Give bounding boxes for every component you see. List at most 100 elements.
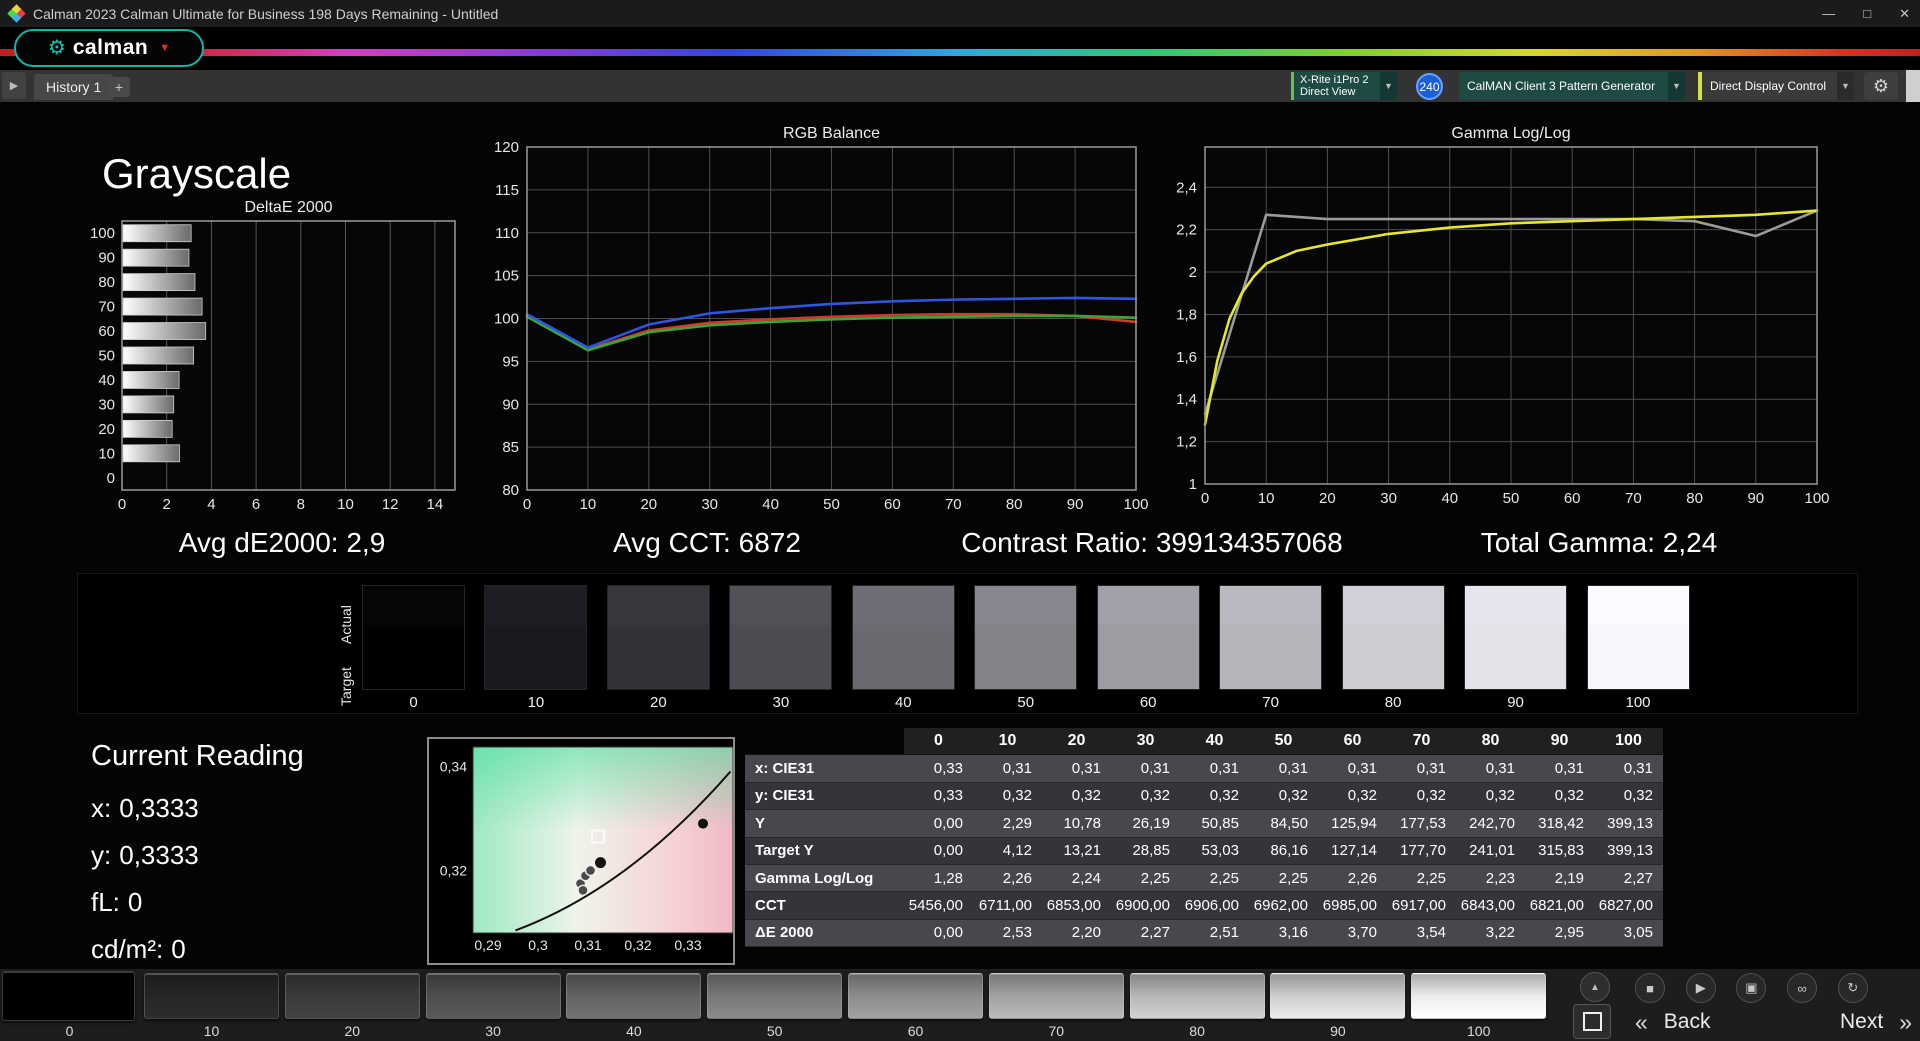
- play-button[interactable]: ▶: [1685, 973, 1716, 1003]
- refresh-button[interactable]: ↻: [1837, 973, 1868, 1003]
- svg-text:10: 10: [580, 496, 597, 513]
- table-cell: 0,33: [904, 755, 973, 783]
- meter-caret-icon[interactable]: ▼: [1380, 72, 1397, 100]
- bottom-bar: 0 10 20 30 40 50 60 70 80 90 100 ▲ « Back Next » ■…: [0, 967, 1920, 1041]
- level-pattern-button-60[interactable]: [848, 973, 983, 1019]
- back-chevron-icon: «: [1635, 1008, 1648, 1035]
- table-cell: 6917,00: [1387, 892, 1456, 920]
- pattern-window-button[interactable]: [1573, 1004, 1611, 1039]
- swatch-40: [851, 585, 955, 690]
- table-cell: 399,13: [1594, 837, 1663, 865]
- level-pattern-button-70[interactable]: [988, 973, 1124, 1019]
- table-cell: 0,00: [904, 919, 973, 948]
- table-row-label: Target Y: [745, 837, 904, 865]
- table-cell: 0,32: [1111, 782, 1180, 811]
- pattern-generator-dropdown[interactable]: CalMAN Client 3 Pattern Generator ▼: [1459, 72, 1685, 100]
- next-button[interactable]: Next »: [1800, 1005, 1912, 1039]
- table-cell: 3,70: [1318, 919, 1387, 948]
- level-pattern-button-30[interactable]: [425, 973, 561, 1019]
- table-cell: 2,29: [973, 810, 1042, 838]
- table-cell: 0,32: [1594, 782, 1663, 811]
- add-tab-button[interactable]: +: [108, 77, 130, 97]
- meter-dropdown[interactable]: X-Rite i1Pro 2 Direct View ▼: [1291, 72, 1397, 100]
- svg-text:Gamma Log/Log: Gamma Log/Log: [1451, 125, 1570, 142]
- svg-text:40: 40: [1441, 490, 1458, 507]
- display-control-caret-icon[interactable]: ▼: [1837, 72, 1854, 100]
- table-cell: 0,31: [1249, 755, 1318, 783]
- minimize-button[interactable]: —: [1822, 6, 1835, 21]
- back-button[interactable]: « Back: [1635, 1005, 1765, 1039]
- level-pattern-button-90[interactable]: [1270, 973, 1406, 1019]
- level-pattern-button-80[interactable]: [1129, 973, 1265, 1019]
- level-pattern-button-10[interactable]: [144, 973, 279, 1019]
- table-header-0: 0: [904, 728, 973, 756]
- table-header-40: 40: [1180, 728, 1249, 756]
- calman-logo-button[interactable]: ⚙ calman ▼: [14, 29, 204, 67]
- rgb-balance-chart: 0 10 20 30 40 50 60 70 80 90 100 80 85 90 95 100 105 110 1…: [470, 122, 1170, 522]
- reading-cdm2-value: 0: [171, 934, 186, 964]
- reading-fl: fL: 0: [91, 887, 304, 918]
- tab-history-1[interactable]: History 1: [34, 74, 114, 100]
- level-pattern-button-50[interactable]: [707, 973, 843, 1019]
- swatch-100: [1586, 585, 1690, 690]
- level-pattern-button-40[interactable]: [566, 973, 702, 1019]
- level-label-30: 30: [485, 1023, 501, 1039]
- table-cell: 0,31: [1456, 755, 1525, 783]
- settings-gear-button[interactable]: ⚙: [1864, 72, 1898, 100]
- level-pattern-button-20[interactable]: [284, 973, 420, 1019]
- table-cell: 0,31: [1594, 755, 1663, 783]
- reading-x-value: 0,3333: [119, 793, 199, 823]
- table-cell: 0,32: [1180, 782, 1249, 811]
- collapse-button[interactable]: ▲: [1580, 972, 1610, 1002]
- table-cell: 2,24: [1042, 864, 1111, 893]
- swatch-label-20: 20: [650, 694, 667, 711]
- svg-text:0,32: 0,32: [624, 937, 651, 953]
- swatch-label-40: 40: [894, 694, 912, 711]
- table-cell: 3,05: [1594, 919, 1663, 948]
- link-button[interactable]: ∞: [1787, 973, 1818, 1003]
- svg-text:80: 80: [98, 274, 115, 291]
- level-label-70: 70: [1048, 1023, 1065, 1039]
- table-header-70: 70: [1387, 728, 1456, 756]
- level-pattern-button-0[interactable]: [2, 971, 135, 1021]
- level-pattern-button-100[interactable]: [1411, 973, 1547, 1019]
- svg-text:115: 115: [495, 182, 519, 199]
- gamma-chart-svg: 0 10 20 30 40 50 60 70 80 90 100 1 1,2 1,4 1,6 1,8 2 2,2 2…: [1176, 125, 1829, 507]
- rgb-chart-svg: 0 10 20 30 40 50 60 70 80 90 100 80 85 90 95 100 105 110 1…: [494, 125, 1149, 513]
- calman-app-window: Calman 2023 Calman Ultimate for Business…: [0, 0, 1920, 1041]
- close-button[interactable]: ✕: [1899, 6, 1910, 22]
- display-control-dropdown[interactable]: Direct Display Control ▼: [1698, 72, 1854, 100]
- swatch-40-actual: [852, 586, 954, 626]
- swatch-0: [362, 585, 465, 690]
- swatch-70: [1219, 585, 1323, 690]
- table-cell: 2,27: [1111, 919, 1180, 948]
- swatch-row-label-actual: Actual: [338, 605, 354, 644]
- table-row-label: CCT: [745, 892, 904, 920]
- reading-fl-value: 0: [127, 887, 143, 917]
- swatch-90: [1464, 585, 1568, 690]
- level-label-40: 40: [626, 1023, 642, 1039]
- table-cell: 0,31: [1111, 755, 1180, 783]
- table-cell: 2,25: [1111, 864, 1180, 893]
- svg-text:2: 2: [1189, 264, 1197, 281]
- pattern-generator-caret-icon[interactable]: ▼: [1668, 72, 1685, 100]
- save-button[interactable]: ▣: [1736, 973, 1767, 1003]
- window-controls: — □ ✕: [1822, 0, 1910, 27]
- svg-text:60: 60: [1564, 490, 1581, 507]
- stop-button[interactable]: ■: [1635, 973, 1665, 1003]
- table-cell: 26,19: [1111, 810, 1180, 838]
- logo-dropdown-icon[interactable]: ▼: [159, 42, 170, 54]
- swatch-30-actual: [730, 586, 832, 626]
- edge-panel-handle[interactable]: [1906, 70, 1920, 102]
- table-cell: 3,54: [1387, 919, 1456, 948]
- svg-text:90: 90: [502, 396, 519, 413]
- swatch-label-30: 30: [772, 694, 790, 711]
- maximize-button[interactable]: □: [1863, 6, 1871, 21]
- table-cell: 2,26: [1318, 864, 1387, 893]
- svg-text:6: 6: [252, 496, 260, 513]
- svg-text:80: 80: [1686, 490, 1703, 507]
- svg-text:90: 90: [98, 250, 115, 267]
- workflow-expand-button[interactable]: ▶: [2, 72, 26, 99]
- table-cell: 0,00: [904, 810, 973, 838]
- table-cell: 28,85: [1111, 837, 1180, 865]
